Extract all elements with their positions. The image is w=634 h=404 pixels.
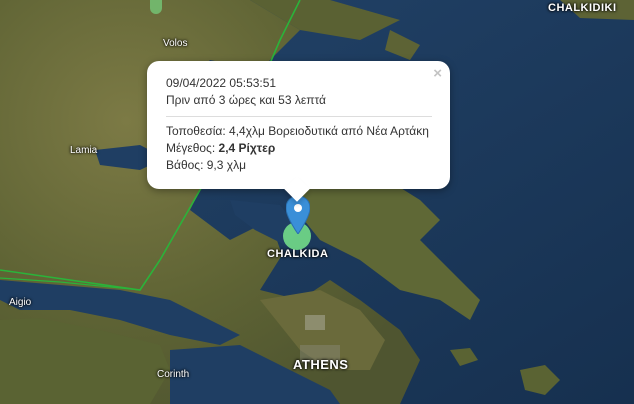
- location-label: Τοποθεσία:: [166, 124, 226, 138]
- magnitude-label: Μέγεθος:: [166, 141, 216, 155]
- earthquake-info-popup: × 09/04/2022 05:53:51 Πριν από 3 ώρες κα…: [147, 61, 450, 202]
- event-time-ago: Πριν από 3 ώρες και 53 λεπτά: [166, 93, 326, 107]
- map-view[interactable]: Volos Lamia Aigio Corinth CHALKIDA ATHEN…: [0, 0, 634, 404]
- label-athens: ATHENS: [293, 357, 349, 372]
- magnitude-row: Μέγεθος: 2,4 Ρίχτερ: [166, 140, 432, 157]
- magnitude-value: 2,4 Ρίχτερ: [218, 141, 276, 155]
- label-chalkidiki: CHALKIDIKI: [548, 2, 617, 14]
- close-icon[interactable]: ×: [433, 65, 442, 82]
- label-volos: Volos: [163, 38, 188, 49]
- depth-row: Βάθος: 9,3 χλμ: [166, 157, 432, 174]
- label-corinth: Corinth: [157, 369, 190, 380]
- map-pin-icon[interactable]: [285, 195, 311, 239]
- label-aigio: Aigio: [9, 297, 32, 308]
- location-value: 4,4χλμ Βορειοδυτικά από Νέα Αρτάκη: [229, 124, 429, 138]
- event-datetime: 09/04/2022 05:53:51: [166, 76, 277, 90]
- depth-value: 9,3 χλμ: [206, 158, 246, 172]
- location-row: Τοποθεσία: 4,4χλμ Βορειοδυτικά από Νέα Α…: [166, 123, 432, 140]
- epicenter-marker-partial[interactable]: [150, 0, 162, 14]
- popup-divider: [166, 116, 432, 117]
- depth-label: Βάθος:: [166, 158, 204, 172]
- label-lamia: Lamia: [70, 145, 98, 156]
